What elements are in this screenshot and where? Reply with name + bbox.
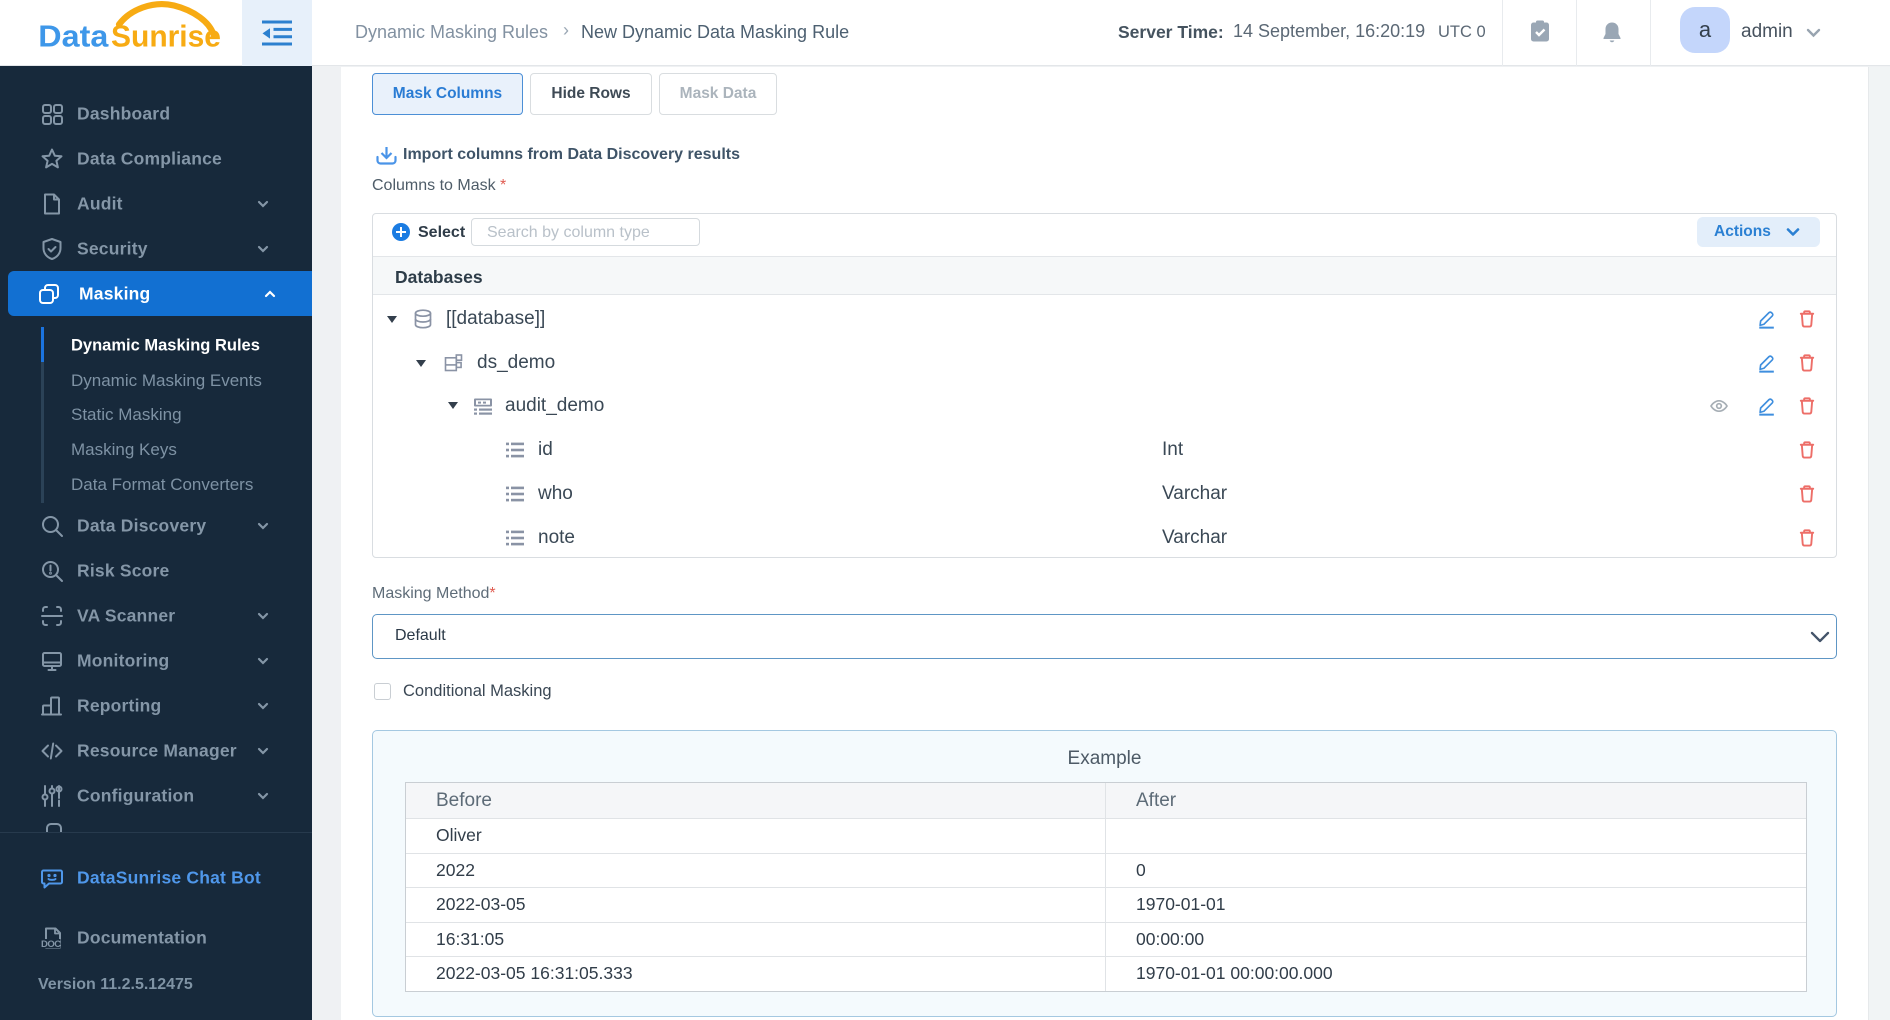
svg-text:Sunrise: Sunrise [111, 19, 221, 54]
svg-text:DOC: DOC [41, 939, 61, 950]
svg-text:Data: Data [38, 19, 109, 54]
